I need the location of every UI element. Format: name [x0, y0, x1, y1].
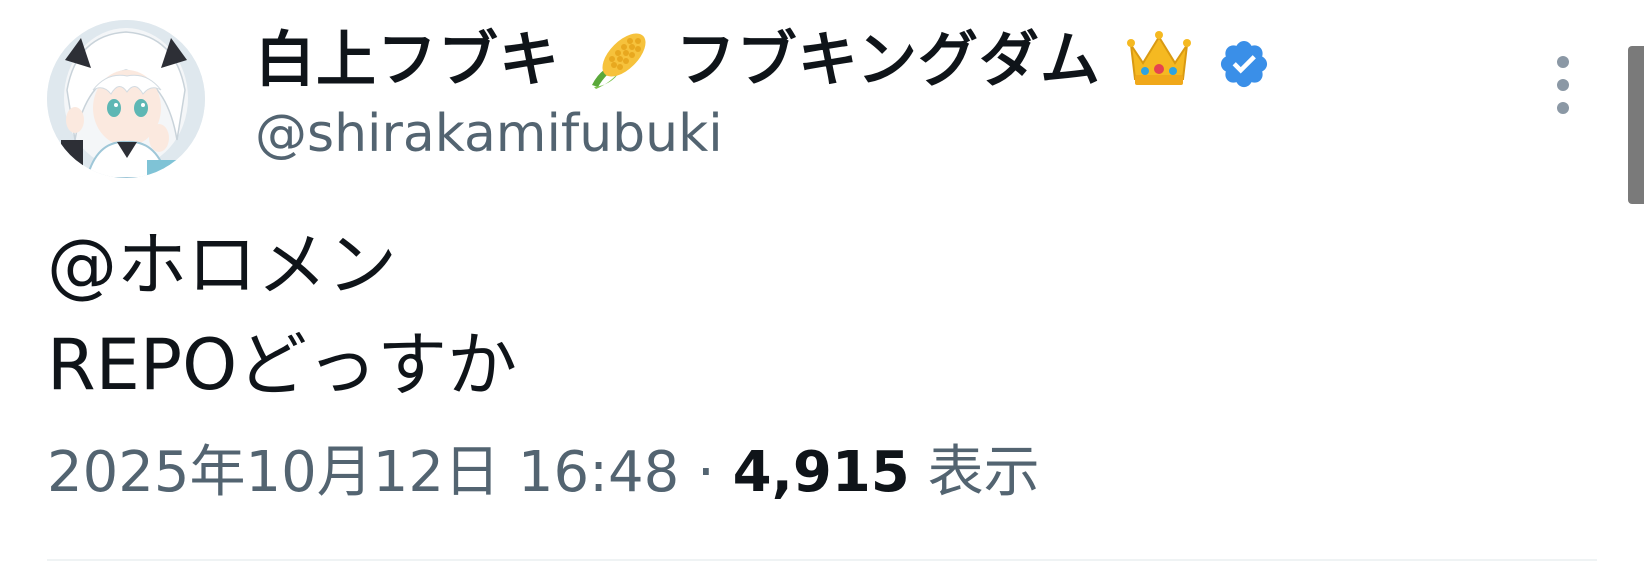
tweet-text: @ホロメン REPOどっすか [47, 215, 517, 415]
crown-icon [1123, 23, 1195, 105]
display-name-text-1: 白上フブキ [255, 25, 560, 96]
scrollbar-thumb[interactable] [1628, 46, 1644, 204]
avatar-image [47, 20, 205, 178]
more-dot-icon [1557, 79, 1569, 91]
tweet-text-line-mention: @ホロメン [47, 224, 397, 306]
views-label: 表示 [927, 440, 1040, 505]
author-avatar[interactable] [47, 20, 205, 178]
author-name-row[interactable]: 白上フブキ フブキングダム [255, 24, 1271, 104]
more-dot-icon [1557, 102, 1569, 114]
views-count: 4,915 [732, 440, 910, 505]
verified-badge-icon[interactable] [1217, 37, 1271, 91]
tweet-timestamp[interactable]: 2025年10月12日 16:48 [47, 440, 679, 505]
tweet-text-line-body: REPOどっすか [47, 324, 518, 406]
corn-icon [582, 23, 654, 105]
divider [47, 559, 1597, 561]
more-options-button[interactable] [1545, 52, 1581, 118]
more-dot-icon [1557, 56, 1569, 68]
display-name-text-2: フブキングダム [675, 25, 1101, 96]
meta-separator: · [679, 440, 733, 505]
author-display-name[interactable]: 白上フブキ フブキングダム [255, 23, 1195, 105]
author-handle[interactable]: @shirakamifubuki [255, 108, 723, 160]
tweet-meta-row: 2025年10月12日 16:48 · 4,915 表示 [47, 438, 1040, 508]
